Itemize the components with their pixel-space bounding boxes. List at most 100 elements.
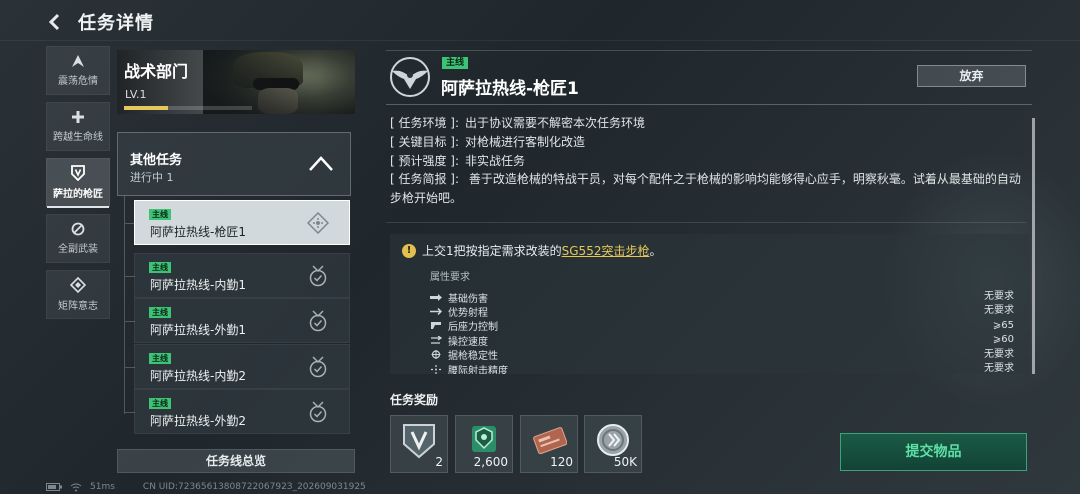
nav-item-fully-armed[interactable]: 全副武装 xyxy=(46,214,110,263)
requirement-box: ! 上交1把按指定需求改装的 SG552突击步枪 。 属性要求 基础伤害 无要求… xyxy=(390,234,1030,374)
attribute-row: 基础伤害 无要求 xyxy=(430,290,1014,305)
requirement-suffix: 。 xyxy=(649,244,662,258)
main-quest-tag: 主线 xyxy=(442,57,469,69)
weapon-link[interactable]: SG552突击步枪 xyxy=(562,242,650,259)
category-nav: 震荡危情 跨越生命线 萨拉的枪匠 全副武装 矩阵意志 xyxy=(46,46,110,326)
info-divider xyxy=(386,222,1026,223)
attribute-name: 基础伤害 xyxy=(448,293,488,305)
nav-item-gunsmith[interactable]: 萨拉的枪匠 xyxy=(46,158,110,208)
medal-check-icon xyxy=(309,401,327,423)
reward-item[interactable]: 50K xyxy=(584,415,642,473)
reward-quantity: 2 xyxy=(435,455,443,469)
quest-item[interactable]: 主线 阿萨拉热线-枪匠1 xyxy=(125,200,350,245)
faction-card[interactable]: 战术部门 LV.1 xyxy=(117,50,355,114)
info-row-briefing: [ 任务简报 ]: 善于改造枪械的特战干员，对每个配件之于枪械的影响均能够得心应… xyxy=(390,170,1026,208)
chevron-up-icon[interactable] xyxy=(308,153,334,175)
attribute-name: 操控速度 xyxy=(448,336,488,348)
nav-label: 萨拉的枪匠 xyxy=(53,189,103,200)
attribute-name: 据枪稳定性 xyxy=(448,351,498,363)
faction-level: LV.1 xyxy=(125,88,147,101)
main-quest-tag: 主线 xyxy=(149,353,171,364)
quest-item[interactable]: 主线 阿萨拉热线-外勤1 xyxy=(125,298,350,343)
quest-group-header[interactable]: 其他任务 进行中 1 xyxy=(117,132,351,196)
nav-item-lifeline[interactable]: 跨越生命线 xyxy=(46,102,110,151)
main-quest-tag: 主线 xyxy=(149,262,171,273)
nav-label: 震荡危情 xyxy=(58,76,98,87)
quest-item[interactable]: 主线 阿萨拉热线-内勤1 xyxy=(125,253,350,298)
attribute-value: 无要求 xyxy=(984,362,1014,374)
reward-item[interactable]: 2,600 xyxy=(455,415,513,473)
quest-name: 阿萨拉热线-枪匠1 xyxy=(150,225,246,239)
ping-readout: 51ms xyxy=(90,482,115,492)
attribute-row: 据枪稳定性 无要求 xyxy=(430,348,1014,362)
cross-icon xyxy=(72,111,84,123)
reward-quantity: 50K xyxy=(613,455,637,469)
info-key: [ 任务简报 ]: xyxy=(390,172,460,186)
attribute-name: 后座力控制 xyxy=(448,322,498,334)
attribute-name: 腰际射击精度 xyxy=(448,365,508,374)
detail-top-divider xyxy=(386,50,1032,51)
quest-name: 阿萨拉热线-外勤2 xyxy=(150,414,246,428)
diamond-arrows-icon xyxy=(70,277,86,293)
submit-items-button[interactable]: 提交物品 xyxy=(840,433,1027,471)
reward-item[interactable]: 120 xyxy=(520,415,578,473)
quest-item[interactable]: 主线 阿萨拉热线-外勤2 xyxy=(125,389,350,434)
nav-item-shock-crisis[interactable]: 震荡危情 xyxy=(46,46,110,95)
handling-icon xyxy=(431,335,442,344)
main-quest-tag: 主线 xyxy=(149,398,171,409)
quest-group-title: 其他任务 xyxy=(130,153,183,168)
target-icon xyxy=(307,212,329,234)
page-title: 任务详情 xyxy=(78,13,154,34)
damage-icon xyxy=(430,293,442,301)
back-arrow-icon xyxy=(48,13,60,31)
warning-icon: ! xyxy=(402,243,416,258)
faction-xp-bar xyxy=(124,106,252,110)
medal-check-icon xyxy=(309,356,327,378)
eagle-emblem-icon xyxy=(390,57,430,97)
rewards-title: 任务奖励 xyxy=(390,393,439,407)
crosshair-icon xyxy=(431,350,441,360)
info-row-environment: [ 任务环境 ]: 出于协议需要不解密本次任务环境 xyxy=(390,114,1030,133)
nav-label: 全副武装 xyxy=(58,244,98,255)
attribute-value: ⩾65 xyxy=(992,319,1014,331)
abandon-button[interactable]: 放弃 xyxy=(917,65,1026,87)
info-key: [ 任务环境 ]: xyxy=(390,116,460,130)
page-header: 任务详情 xyxy=(44,9,154,35)
requirement-text: ! 上交1把按指定需求改装的 SG552突击步枪 。 xyxy=(402,242,661,259)
reward-quantity: 2,600 xyxy=(473,455,508,469)
quest-name: 阿萨拉热线-外勤1 xyxy=(150,323,246,337)
medal-check-icon xyxy=(309,265,327,287)
slash-circle-icon xyxy=(71,222,85,236)
recoil-icon xyxy=(431,322,441,330)
battery-icon xyxy=(46,483,62,491)
info-key: [ 预计强度 ]: xyxy=(390,153,460,168)
attribute-value: 无要求 xyxy=(984,291,1014,302)
medal-check-icon xyxy=(309,310,327,332)
uid-readout: CN UID:7236561380872206792З_202609031925 xyxy=(142,482,366,492)
info-value: 出于协议需要不解密本次任务环境 xyxy=(465,116,646,130)
quest-line-overview-button[interactable]: 任务线总览 xyxy=(117,449,355,473)
quest-name: 阿萨拉热线-内勤2 xyxy=(150,369,246,383)
detail-scrollbar[interactable] xyxy=(1032,118,1035,374)
attribute-row: 优势射程 无要求 xyxy=(430,304,1014,319)
shield-v-icon xyxy=(403,424,435,459)
quest-detail-title: 阿萨拉热线-枪匠1 xyxy=(441,79,579,99)
status-bar: 51ms CN UID:7236561380872206792З_2026090… xyxy=(46,482,366,492)
attribute-list: 基础伤害 无要求 优势射程 无要求 后座力控制 ⩾65 操控速度 ⩾60 据枪稳… xyxy=(430,290,1014,374)
main-quest-tag: 主线 xyxy=(149,307,171,318)
info-value: 非实战任务 xyxy=(465,153,526,168)
info-row-intensity: [ 预计强度 ]: 非实战任务 xyxy=(390,152,1030,171)
info-key: [ 关键目标 ]: xyxy=(390,134,460,149)
quest-item[interactable]: 主线 阿萨拉热线-内勤2 xyxy=(125,344,350,389)
back-button[interactable] xyxy=(44,11,66,33)
reward-item[interactable]: 2 xyxy=(390,415,448,473)
info-value: 对枪械进行客制化改造 xyxy=(465,134,586,149)
reward-quantity: 120 xyxy=(550,455,573,469)
quest-name: 阿萨拉热线-内勤1 xyxy=(150,278,246,292)
main-quest-tag: 主线 xyxy=(149,209,171,220)
attribute-requirements-title: 属性要求 xyxy=(430,272,470,283)
range-icon xyxy=(430,308,442,316)
attribute-value: 无要求 xyxy=(984,305,1014,317)
nav-item-matrix-will[interactable]: 矩阵意志 xyxy=(46,270,110,319)
nav-label: 跨越生命线 xyxy=(53,132,103,143)
